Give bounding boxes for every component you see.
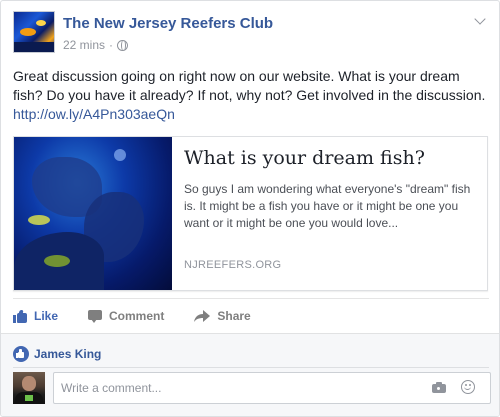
globe-icon <box>117 39 129 51</box>
share-label: Share <box>217 309 251 323</box>
share-icon <box>194 310 211 322</box>
likes-summary: James King <box>13 346 101 362</box>
comment-input[interactable] <box>61 379 421 397</box>
share-button[interactable]: Share <box>194 309 251 323</box>
post-text: Great discussion going on right now on o… <box>13 68 486 103</box>
like-button[interactable]: Like <box>13 309 58 323</box>
post-card: The New Jersey Reefers Club 22 mins · Gr… <box>0 0 500 417</box>
comment-icon <box>88 310 103 323</box>
emoji-icon[interactable] <box>461 380 475 394</box>
post-meta: 22 mins · <box>63 38 129 52</box>
chevron-down-icon[interactable] <box>473 15 487 25</box>
divider <box>13 367 489 368</box>
preview-image <box>14 137 172 290</box>
commenter-avatar <box>13 372 45 404</box>
preview-domain: NJREEFERS.ORG <box>184 259 282 271</box>
page-name-link[interactable]: The New Jersey Reefers Club <box>63 15 273 32</box>
like-icon <box>13 309 27 323</box>
link-preview-card[interactable]: What is your dream fish? So guys I am wo… <box>13 136 488 291</box>
preview-title[interactable]: What is your dream fish? <box>184 147 479 169</box>
liker-name[interactable]: James King <box>34 347 101 361</box>
like-label: Like <box>34 309 59 323</box>
action-bar: Like Comment Share <box>13 304 489 328</box>
feedback-area: James King <box>1 333 499 416</box>
comment-button[interactable]: Comment <box>88 309 164 323</box>
like-badge-icon <box>13 346 29 362</box>
post-link[interactable]: http://ow.ly/A4Pn303aeQn <box>13 105 489 124</box>
comment-box[interactable] <box>53 372 491 404</box>
post-timestamp[interactable]: 22 mins <box>63 38 105 52</box>
comment-label: Comment <box>109 309 165 323</box>
post-body: Great discussion going on right now on o… <box>13 67 489 124</box>
divider <box>13 298 489 299</box>
meta-separator: · <box>109 38 114 52</box>
camera-icon[interactable] <box>432 382 446 393</box>
page-avatar[interactable] <box>13 11 55 53</box>
preview-description: So guys I am wondering what everyone's "… <box>184 182 471 230</box>
